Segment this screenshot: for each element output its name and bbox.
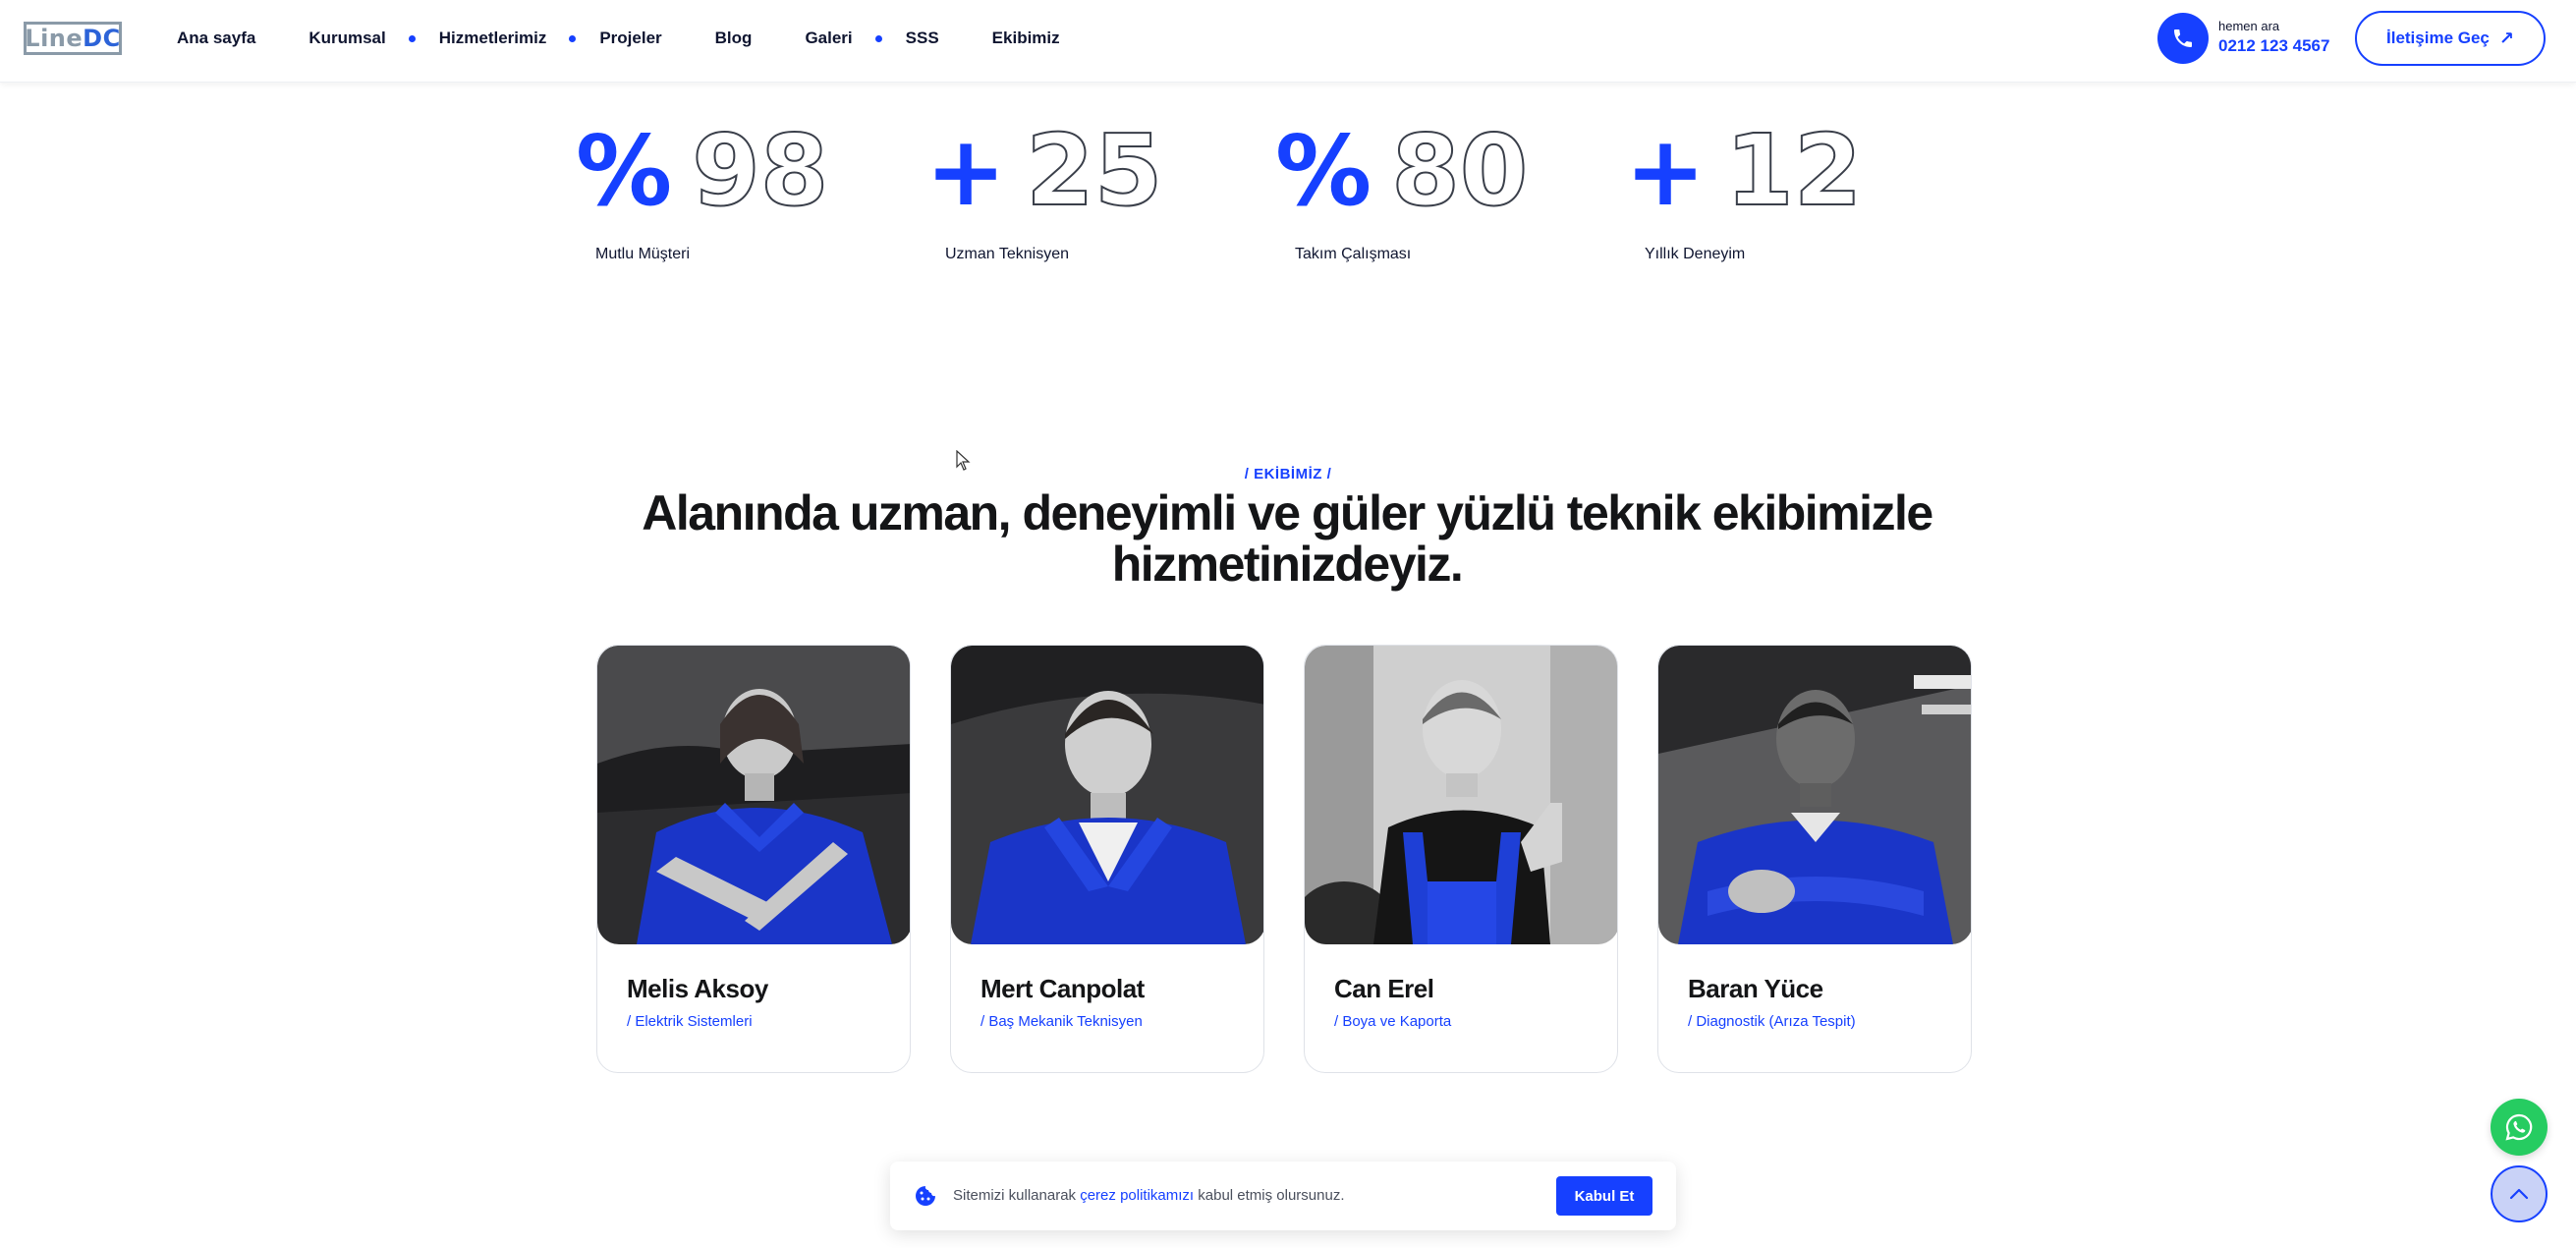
stat-value: 80: [1390, 113, 1529, 228]
site-header: Line DC Ana sayfa Kurumsal Hizmetlerimiz …: [0, 0, 2576, 83]
nav-item-sss[interactable]: SSS: [906, 28, 939, 48]
nav-item-kurumsal[interactable]: Kurumsal: [308, 28, 417, 48]
team-card-baran-yuce[interactable]: Baran Yüce / Diagnostik (Arıza Tespit): [1657, 645, 1972, 1073]
stat-symbol: %: [1275, 116, 1372, 228]
cookie-text-before: Sitemizi kullanarak: [953, 1187, 1081, 1204]
main-nav: Ana sayfa Kurumsal Hizmetlerimiz Projele…: [177, 0, 1113, 77]
stat-label: Uzman Teknisyen: [945, 246, 1069, 262]
stat-value: 98: [691, 113, 829, 228]
nav-item-ekibimiz[interactable]: Ekibimiz: [992, 28, 1060, 48]
team-member-photo: [1305, 646, 1617, 944]
cookie-text-after: kabul etmiş olursunuz.: [1194, 1187, 1345, 1204]
team-member-role: / Elektrik Sistemleri: [627, 1013, 753, 1030]
scroll-to-top-button[interactable]: [2491, 1165, 2548, 1222]
cookie-consent-bar: Sitemizi kullanarak çerez politikamızı k…: [890, 1162, 1676, 1230]
team-member-role: / Boya ve Kaporta: [1334, 1013, 1452, 1030]
team-member-role: / Baş Mekanik Teknisyen: [980, 1013, 1143, 1030]
cookie-accept-button[interactable]: Kabul Et: [1556, 1176, 1652, 1216]
stat-years-experience: + 12 Yıllık Deneyim: [1625, 113, 1863, 263]
stat-symbol: +: [1625, 116, 1707, 228]
stat-label: Mutlu Müşteri: [595, 246, 691, 262]
phone-call-button[interactable]: [2157, 13, 2209, 64]
team-member-name: Mert Canpolat: [980, 974, 1145, 1003]
phone-number-link[interactable]: 0212 123 4567: [2218, 36, 2329, 56]
team-member-photo: [1658, 646, 1971, 944]
cookie-icon: [916, 1186, 935, 1206]
contact-button-label: İletişime Geç: [2386, 28, 2490, 47]
chevron-up-icon: [2509, 1188, 2529, 1200]
cookie-message: Sitemizi kullanarak çerez politikamızı k…: [953, 1187, 1345, 1204]
team-member-photo: [951, 646, 1263, 944]
stat-expert-technicians: + 25 Uzman Teknisyen: [925, 113, 1163, 263]
section-eyebrow: / EKİBİMİZ /: [1244, 466, 1332, 482]
logo-text-dc: DC: [83, 25, 121, 52]
nav-item-hizmetlerimiz[interactable]: Hizmetlerimiz: [439, 28, 576, 48]
stat-teamwork: % 80 Takım Çalışması: [1275, 113, 1529, 263]
stat-value: 25: [1025, 113, 1163, 228]
team-member-name: Can Erel: [1334, 974, 1434, 1003]
team-card-mert-canpolat[interactable]: Mert Canpolat / Baş Mekanik Teknisyen: [950, 645, 1264, 1073]
stat-label: Takım Çalışması: [1295, 246, 1412, 262]
logo-text-line: Line: [25, 25, 84, 52]
team-member-role: / Diagnostik (Arıza Tespit): [1688, 1013, 1856, 1030]
stat-symbol: +: [925, 116, 1007, 228]
nav-item-blog[interactable]: Blog: [715, 28, 753, 48]
team-card-melis-aksoy[interactable]: Melis Aksoy / Elektrik Sistemleri: [596, 645, 911, 1073]
site-logo[interactable]: Line DC: [24, 22, 122, 55]
nav-item-projeler[interactable]: Projeler: [599, 28, 661, 48]
whatsapp-button[interactable]: [2491, 1099, 2548, 1156]
team-member-photo: [597, 646, 910, 944]
nav-item-galeri[interactable]: Galeri: [805, 28, 882, 48]
cookie-policy-link[interactable]: çerez politikamızı: [1080, 1187, 1194, 1204]
stat-label: Yıllık Deneyim: [1645, 246, 1746, 262]
stat-value: 12: [1724, 113, 1863, 228]
contact-button[interactable]: İletişime Geç ↗: [2355, 11, 2546, 66]
nav-item-ana-sayfa[interactable]: Ana sayfa: [177, 28, 255, 48]
team-member-name: Baran Yüce: [1688, 974, 1823, 1003]
team-member-name: Melis Aksoy: [627, 974, 768, 1003]
stat-symbol: %: [576, 116, 673, 228]
call-now-label: hemen ara: [2218, 19, 2280, 33]
arrow-up-right-icon: ↗: [2498, 28, 2514, 48]
phone-icon: [2174, 29, 2192, 47]
stat-happy-customers: % 98 Mutlu Müşteri: [576, 113, 829, 263]
team-card-can-erel[interactable]: Can Erel / Boya ve Kaporta: [1304, 645, 1618, 1073]
whatsapp-icon: [2505, 1113, 2533, 1141]
section-headline: Alanında uzman, deneyimli ve güler yüzlü…: [642, 485, 1933, 592]
